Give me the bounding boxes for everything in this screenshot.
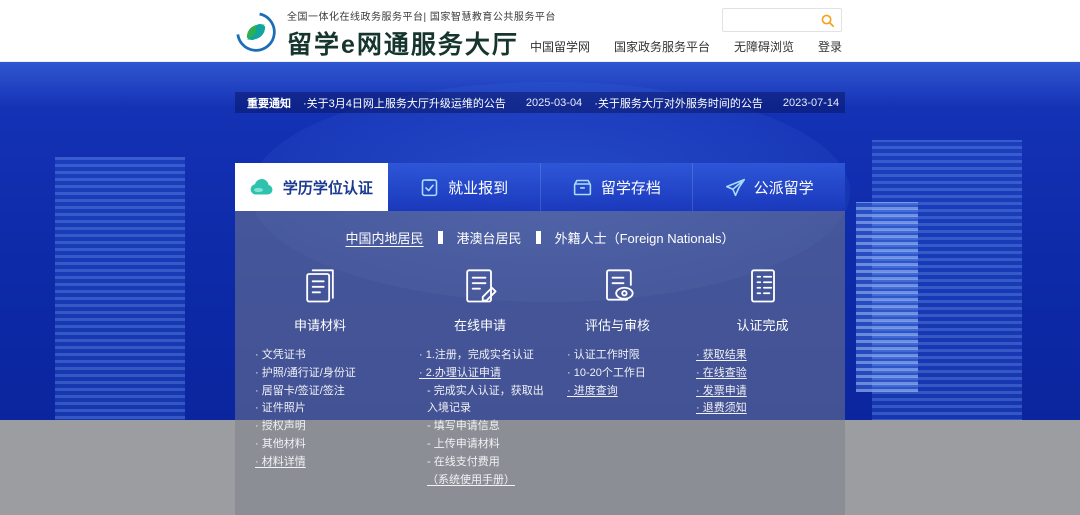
tab-degree-certification[interactable]: 学历学位认证 — [235, 163, 388, 211]
tab-label: 留学存档 — [600, 179, 661, 197]
notice-bar: 重要通知 ·关于3月4日网上服务大厅升级运维的公告 2025-03-04 ·关于… — [235, 92, 845, 113]
audience-tabs: 中国内地居民 港澳台居民 外籍人士（Foreign Nationals） — [235, 228, 845, 247]
link-online-verification[interactable]: · 在线查验 — [696, 365, 841, 383]
background-decoration — [55, 157, 185, 447]
list-item: · 文凭证书 — [255, 349, 306, 361]
column-title: 在线申请 — [453, 318, 506, 333]
separator — [535, 231, 541, 244]
column-certification-complete: 认证完成 · 获取结果 · 在线查验 · 发票申请 · 退费须知 — [680, 262, 845, 490]
list-item: · 居留卡/签证/签注 — [255, 384, 345, 397]
header: 全国一体化在线政务服务平台| 国家智慧教育公共服务平台 留学e网通服务大厅 中国… — [0, 0, 1080, 62]
nav-login[interactable]: 登录 — [818, 38, 842, 55]
audience-hk-mo-tw[interactable]: 港澳台居民 — [457, 228, 522, 247]
link-material-details[interactable]: · 材料详情 — [255, 454, 401, 472]
column-list: · 1.注册，完成实名认证 · 2.办理认证申请 - 完成实人认证，获取出入境记… — [405, 347, 555, 490]
list-item: · 证件照片 — [255, 402, 306, 415]
platform-tagline: 全国一体化在线政务服务平台| 国家智慧教育公共服务平台 — [287, 12, 556, 23]
tab-government-sponsored[interactable]: 公派留学 — [693, 163, 845, 211]
main-banner: 重要通知 ·关于3月4日网上服务大厅升级运维的公告 2025-03-04 ·关于… — [0, 62, 1080, 515]
tab-employment-report[interactable]: 就业报到 — [387, 163, 541, 211]
link-system-manual[interactable]: （系统使用手册） — [419, 472, 551, 490]
link-apply-certification[interactable]: · 2.办理认证申请 — [419, 365, 551, 383]
link-get-result[interactable]: · 获取结果 — [696, 347, 841, 365]
list-item: - 完成实人认证，获取出入境记录 — [427, 384, 544, 415]
list-item: · 10-20个工作日 — [567, 366, 646, 379]
notice-title[interactable]: ·关于3月4日网上服务大厅升级运维的公告 — [303, 95, 506, 111]
list-item: · 1.注册，完成实名认证 — [419, 349, 534, 361]
list-item: - 上传申请材料 — [427, 438, 500, 451]
notice-date: 2023-07-14 — [782, 96, 840, 109]
list-item: - 在线支付费用 — [427, 455, 500, 468]
notice-date: 2025-03-04 — [525, 96, 583, 109]
site-logo[interactable]: 全国一体化在线政务服务平台| 国家智慧教育公共服务平台 留学e网通服务大厅 — [234, 8, 556, 61]
column-evaluation-review: 评估与审核 · 认证工作时限 · 10-20个工作日 · 进度查询 — [555, 262, 680, 490]
column-list: · 认证工作时限 · 10-20个工作日 · 进度查询 — [555, 347, 680, 400]
process-columns: 申请材料 · 文凭证书 · 护照/通行证/身份证 · 居留卡/签证/签注 · 证… — [235, 262, 845, 490]
online-apply-icon — [458, 262, 502, 308]
audience-foreign[interactable]: 外籍人士（Foreign Nationals） — [555, 228, 735, 247]
column-application-materials: 申请材料 · 文凭证书 · 护照/通行证/身份证 · 居留卡/签证/签注 · 证… — [235, 262, 405, 490]
page: 全国一体化在线政务服务平台| 国家智慧教育公共服务平台 留学e网通服务大厅 中国… — [0, 0, 1080, 515]
link-refund-notice[interactable]: · 退费须知 — [696, 400, 841, 418]
notice-item[interactable]: ·关于服务大厅对外服务时间的公告 2023-07-14 — [594, 95, 839, 111]
logo-swirl-icon — [234, 10, 278, 59]
nav-gov-service-platform[interactable]: 国家政务服务平台 — [614, 38, 710, 55]
background-decoration — [856, 202, 918, 392]
column-list: · 文凭证书 · 护照/通行证/身份证 · 居留卡/签证/签注 · 证件照片 ·… — [235, 347, 405, 472]
top-nav: 中国留学网 国家政务服务平台 无障碍浏览 登录 — [530, 38, 842, 55]
documents-icon — [298, 262, 342, 308]
list-item: · 护照/通行证/身份证 — [255, 366, 356, 379]
list-item: · 认证工作时限 — [567, 349, 640, 361]
site-title: 留学e网通服务大厅 — [287, 31, 519, 59]
notice-title[interactable]: ·关于服务大厅对外服务时间的公告 — [594, 95, 763, 111]
content-panel: 中国内地居民 港澳台居民 外籍人士（Foreign Nationals） 申请材… — [235, 211, 845, 515]
link-invoice-request[interactable]: · 发票申请 — [696, 383, 841, 401]
tab-label: 学历学位认证 — [282, 179, 373, 197]
link-progress-query[interactable]: · 进度查询 — [567, 383, 676, 401]
audience-mainland[interactable]: 中国内地居民 — [346, 228, 424, 247]
education-cloud-icon — [249, 177, 275, 197]
notice-item[interactable]: ·关于3月4日网上服务大厅升级运维的公告 2025-03-04 — [303, 95, 582, 111]
list-item: - 填写申请信息 — [427, 420, 500, 433]
tab-label: 就业报到 — [448, 179, 509, 197]
nav-china-study-abroad[interactable]: 中国留学网 — [530, 38, 590, 55]
list-item: · 其他材料 — [255, 438, 306, 451]
search-icon[interactable] — [814, 13, 841, 28]
search-input[interactable] — [723, 9, 814, 31]
separator — [437, 231, 443, 244]
nav-accessibility[interactable]: 无障碍浏览 — [734, 38, 794, 55]
notice-label: 重要通知 — [247, 97, 291, 110]
employment-report-icon — [419, 177, 440, 198]
column-title: 评估与审核 — [584, 318, 650, 333]
column-online-application: 在线申请 · 1.注册，完成实名认证 · 2.办理认证申请 - 完成实人认证，获… — [405, 262, 555, 490]
column-title: 申请材料 — [293, 318, 346, 333]
complete-icon — [741, 262, 785, 308]
archive-icon — [572, 177, 593, 198]
column-title: 认证完成 — [736, 318, 789, 333]
search-box — [722, 8, 842, 32]
review-icon — [596, 262, 640, 308]
list-item: · 授权声明 — [255, 420, 306, 433]
tab-study-archive[interactable]: 留学存档 — [540, 163, 694, 211]
airplane-icon — [725, 177, 746, 198]
service-tabs: 学历学位认证 就业报到 留学存档 公派留学 — [235, 163, 845, 211]
column-list: · 获取结果 · 在线查验 · 发票申请 · 退费须知 — [680, 347, 845, 418]
tab-label: 公派留学 — [753, 179, 814, 197]
